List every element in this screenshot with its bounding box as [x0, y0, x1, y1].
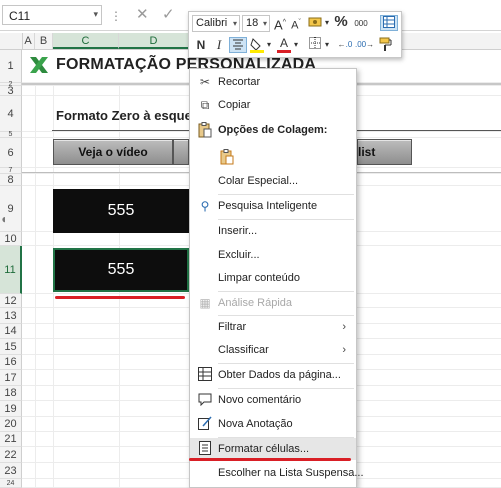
- row-header[interactable]: 22: [0, 447, 22, 463]
- chevron-down-icon: ▾: [262, 19, 267, 28]
- context-menu: ✂ Recortar ⧉ Copiar Opções de Colagem: Col…: [189, 68, 364, 488]
- chevron-right-icon: ›: [342, 321, 346, 333]
- format-table-icon[interactable]: [380, 15, 398, 31]
- row-header[interactable]: 24: [0, 479, 22, 488]
- comment-icon: [197, 392, 213, 408]
- select-all-corner[interactable]: [0, 33, 23, 49]
- menu-filtrar[interactable]: Filtrar ›: [190, 316, 356, 338]
- quick-analysis-icon: ▦: [199, 296, 211, 310]
- accounting-format-icon[interactable]: [307, 15, 323, 31]
- grow-font-icon[interactable]: A^: [273, 15, 287, 32]
- shrink-font-icon[interactable]: Aˇ: [289, 15, 303, 32]
- menu-excluir[interactable]: Excluir...: [190, 244, 356, 266]
- note-icon: [197, 416, 213, 432]
- selected-value-cell[interactable]: 555: [53, 248, 189, 292]
- column-header[interactable]: B: [35, 33, 53, 49]
- menu-inserir[interactable]: Inserir...: [190, 220, 356, 242]
- font-size-select[interactable]: 18 ▾: [242, 15, 270, 32]
- mini-toolbar: Calibri ▾ 18 ▾ A^ Aˇ ▾ % 000 N I ▾ A ▾ ▾ ←…: [188, 11, 402, 58]
- excel-x-logo-icon: [30, 57, 48, 73]
- thousands-separator-icon[interactable]: 000: [351, 16, 371, 32]
- menu-obter-dados[interactable]: Obter Dados da página...: [190, 364, 356, 386]
- menu-pesquisa-inteligente[interactable]: ⚲ Pesquisa Inteligente: [190, 195, 356, 217]
- chevron-right-icon: ›: [342, 344, 346, 356]
- menu-formatar-celulas[interactable]: Formatar células...: [190, 438, 356, 460]
- borders-icon[interactable]: [307, 37, 323, 53]
- menu-classificar[interactable]: Classificar ›: [190, 339, 356, 361]
- list-button-label: list: [358, 145, 376, 159]
- row-header[interactable]: 18: [0, 386, 22, 401]
- chevron-down-icon[interactable]: ▾: [323, 15, 331, 31]
- chevron-down-icon[interactable]: ▾: [265, 37, 273, 53]
- scissors-icon: ✂: [199, 75, 211, 89]
- row-header[interactable]: 14: [0, 324, 22, 339]
- name-box[interactable]: C11 ▾: [2, 5, 102, 25]
- row-header[interactable]: 8: [0, 174, 22, 186]
- increase-decimal-icon[interactable]: ←.0: [336, 37, 354, 53]
- red-underline: [189, 458, 351, 461]
- list-button[interactable]: list: [357, 139, 412, 165]
- row-header[interactable]: 20: [0, 417, 22, 432]
- menu-copiar[interactable]: ⧉ Copiar: [190, 94, 356, 116]
- column-header[interactable]: D: [119, 33, 189, 49]
- row-header[interactable]: 13: [0, 308, 22, 324]
- format-painter-icon[interactable]: [377, 37, 395, 53]
- menu-opcoes-colagem: Opções de Colagem:: [190, 119, 356, 141]
- row-header[interactable]: 12: [0, 294, 22, 308]
- row-header[interactable]: 10: [0, 232, 22, 246]
- sheet-subtitle: Formato Zero à esque: [56, 108, 192, 123]
- paste-icon: [197, 122, 213, 138]
- row-header[interactable]: 3: [0, 85, 22, 97]
- menu-colar-especial[interactable]: Colar Especial...: [190, 170, 356, 192]
- more-icon: ⋮: [110, 9, 123, 23]
- cancel-icon[interactable]: ✕: [136, 5, 149, 23]
- red-underline: [55, 296, 185, 299]
- font-color-icon[interactable]: A: [277, 37, 291, 53]
- value-cell[interactable]: 555: [53, 189, 189, 233]
- format-cells-icon: [197, 441, 213, 457]
- menu-recortar[interactable]: ✂ Recortar: [190, 71, 356, 93]
- chevron-down-icon[interactable]: ▾: [292, 37, 300, 53]
- chevron-down-icon[interactable]: ▾: [323, 37, 331, 53]
- chevron-down-icon[interactable]: ▾: [93, 9, 98, 20]
- font-size-value: 18: [246, 17, 259, 29]
- row-header[interactable]: 16: [0, 355, 22, 370]
- row-header[interactable]: 17: [0, 370, 22, 386]
- menu-novo-comentario[interactable]: Novo comentário: [190, 389, 356, 411]
- bold-button[interactable]: N: [194, 37, 208, 53]
- decrease-decimal-icon[interactable]: .00→: [355, 37, 374, 53]
- italic-button[interactable]: I: [213, 37, 225, 53]
- row-header[interactable]: 4: [0, 96, 22, 132]
- gray-button-partial[interactable]: [173, 139, 189, 165]
- row-header[interactable]: 19: [0, 401, 22, 417]
- row-header[interactable]: 6: [0, 138, 22, 168]
- menu-nova-anotacao[interactable]: Nova Anotação: [190, 413, 356, 435]
- fill-color-icon[interactable]: [249, 37, 265, 53]
- font-name-select[interactable]: Calibri ▾: [192, 15, 240, 32]
- table-icon: [197, 367, 213, 383]
- row-header[interactable]: 23: [0, 463, 22, 479]
- row-header[interactable]: 1: [0, 50, 22, 83]
- column-header[interactable]: A: [22, 33, 35, 49]
- paste-icon: [219, 149, 235, 165]
- percent-icon[interactable]: %: [333, 14, 349, 30]
- column-header[interactable]: C: [53, 33, 119, 49]
- font-name-value: Calibri: [196, 17, 228, 29]
- menu-limpar-conteudo[interactable]: Limpar conteúdo: [190, 267, 356, 289]
- name-box-value: C11: [9, 9, 31, 23]
- scroll-marker-icon: ◖: [0, 212, 8, 226]
- copy-icon: ⧉: [200, 98, 210, 112]
- enter-icon[interactable]: ✓: [162, 5, 175, 23]
- menu-analise-rapida: ▦ Análise Rápida: [190, 292, 356, 314]
- row-header[interactable]: 11: [0, 246, 22, 294]
- row-header[interactable]: 15: [0, 339, 22, 355]
- search-icon: ⚲: [200, 199, 210, 213]
- video-button[interactable]: Veja o vídeo: [53, 139, 173, 165]
- align-center-icon[interactable]: [229, 37, 247, 53]
- row-header[interactable]: 21: [0, 432, 22, 447]
- gridline: [35, 50, 36, 488]
- menu-escolher-lista[interactable]: Escolher na Lista Suspensa...: [190, 462, 364, 484]
- chevron-down-icon: ▾: [232, 19, 237, 28]
- paste-option-button[interactable]: [216, 146, 238, 168]
